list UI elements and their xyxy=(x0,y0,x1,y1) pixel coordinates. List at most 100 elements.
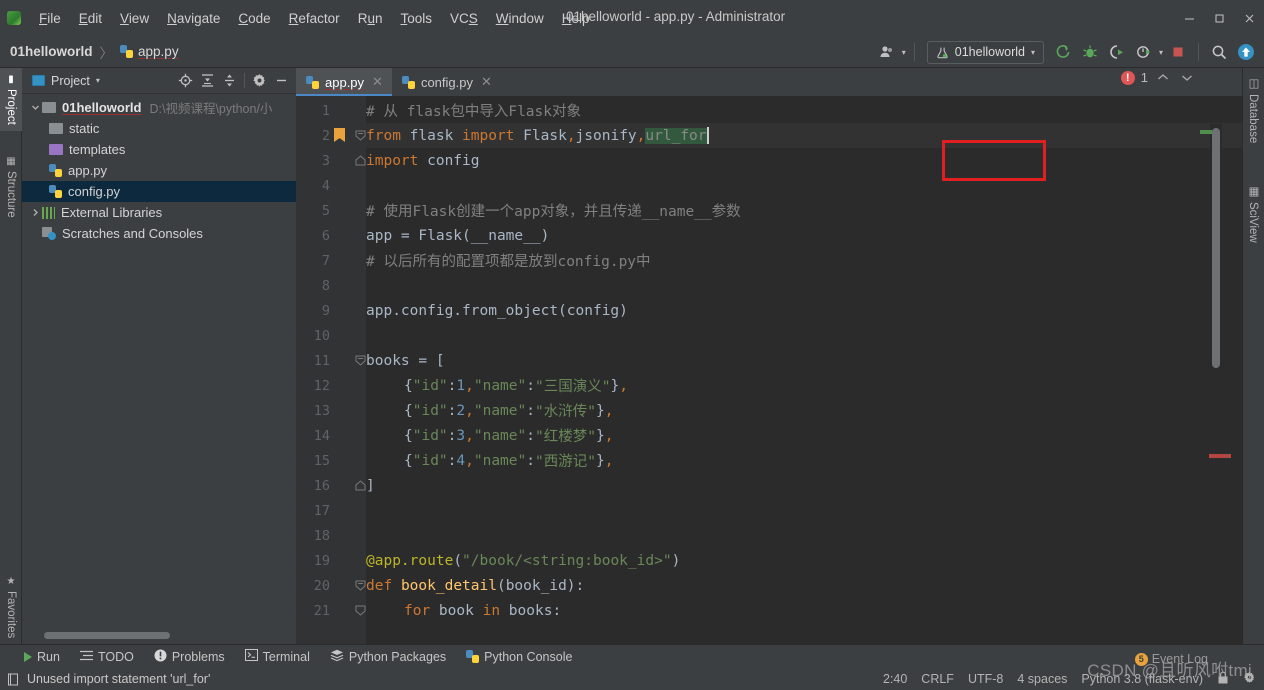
chevron-right-icon[interactable] xyxy=(28,208,42,217)
profile-icon[interactable] xyxy=(1132,40,1156,64)
code-line[interactable]: ] xyxy=(366,473,375,498)
tree-item-app-py[interactable]: app.py xyxy=(22,160,296,181)
update-icon[interactable] xyxy=(1234,40,1258,64)
previous-error-icon[interactable] xyxy=(1154,70,1172,85)
hide-panel-icon[interactable] xyxy=(271,70,292,91)
menu-item-code[interactable]: Code xyxy=(229,8,279,29)
tree-item-external-libraries[interactable]: External Libraries xyxy=(22,202,296,223)
code-line[interactable]: @app.route("/book/<string:book_id>") xyxy=(366,548,680,573)
tool-button-terminal[interactable]: Terminal xyxy=(244,649,310,664)
tool-button-problems[interactable]: Problems xyxy=(154,649,225,665)
code-token: "name" xyxy=(473,452,527,469)
menu-item-view[interactable]: View xyxy=(111,8,158,29)
code-fold-icon[interactable] xyxy=(355,480,366,491)
settings-gear-icon[interactable] xyxy=(249,70,270,91)
code-line[interactable]: # 使用Flask创建一个app对象，并且传递__name__参数 xyxy=(366,198,741,223)
close-button[interactable] xyxy=(1234,3,1264,33)
editor-vertical-scrollbar[interactable] xyxy=(1212,128,1220,368)
minimize-button[interactable] xyxy=(1174,3,1204,33)
code-line[interactable]: books = [ xyxy=(366,348,445,373)
tree-item-templates[interactable]: templates xyxy=(22,139,296,160)
sidebar-tab-sciview[interactable]: ▦ SciView xyxy=(1242,178,1264,249)
chevron-down-icon[interactable] xyxy=(28,103,42,112)
debug-icon[interactable] xyxy=(1078,40,1102,64)
code-line[interactable]: {"id":2, "name": "水浒传"}, xyxy=(366,398,613,423)
close-icon[interactable]: ✕ xyxy=(372,74,383,90)
menu-item-navigate[interactable]: Navigate xyxy=(158,8,229,29)
code-fold-icon[interactable] xyxy=(355,355,366,366)
code-line[interactable]: {"id":3, "name": "红楼梦"}, xyxy=(366,423,613,448)
code-line[interactable]: # 以后所有的配置项都是放到config.py中 xyxy=(366,248,651,273)
menu-item-file[interactable]: File xyxy=(30,8,70,29)
file-encoding[interactable]: UTF-8 xyxy=(968,672,1003,686)
menu-item-tools[interactable]: Tools xyxy=(391,8,441,29)
sidebar-tab-project[interactable]: ▮ Project xyxy=(0,68,22,131)
text-caret xyxy=(706,127,709,144)
project-horizontal-scrollbar[interactable] xyxy=(44,632,170,639)
tool-button-python-console[interactable]: Python Console xyxy=(466,650,572,664)
search-icon[interactable] xyxy=(1207,40,1231,64)
code-fold-icon[interactable] xyxy=(355,130,366,141)
tool-button-python-packages[interactable]: Python Packages xyxy=(330,649,446,664)
collapse-all-icon[interactable] xyxy=(219,70,240,91)
project-panel-title[interactable]: Project ▾ xyxy=(32,74,100,88)
caret-position[interactable]: 2:40 xyxy=(883,672,907,686)
tree-item-scratches[interactable]: Scratches and Consoles xyxy=(22,223,296,244)
breadcrumb-file[interactable]: app.py xyxy=(120,44,179,59)
tree-item-static[interactable]: static xyxy=(22,118,296,139)
code-line[interactable]: app.config.from_object(config) xyxy=(366,298,628,323)
breadcrumb-project[interactable]: 01helloworld xyxy=(10,44,93,59)
next-error-icon[interactable] xyxy=(1178,70,1196,85)
tab-app-py[interactable]: app.py ✕ xyxy=(296,68,392,96)
code-token: 3 xyxy=(456,427,466,444)
tool-button-run[interactable]: Run xyxy=(24,650,60,664)
main-toolbar: ▾ 01helloworld ▾ ▾ xyxy=(875,36,1258,68)
folder-icon xyxy=(49,144,63,155)
user-icon[interactable] xyxy=(875,40,899,64)
python-file-icon xyxy=(401,75,415,89)
code-fold-icon[interactable] xyxy=(355,580,366,591)
editor-gutter[interactable]: 1 2 3 4 5 6 7 8 9 10 11 12 13 14 15 16 17 18 19 20 21 xyxy=(296,96,366,648)
code-line[interactable]: app = Flask(__name__) xyxy=(366,223,549,248)
bookmark-icon[interactable] xyxy=(334,128,345,142)
line-separator[interactable]: CRLF xyxy=(921,672,954,686)
indent-setting[interactable]: 4 spaces xyxy=(1017,672,1067,686)
tool-button-todo[interactable]: TODO xyxy=(79,650,134,664)
menu-item-window[interactable]: Window xyxy=(487,8,553,29)
code-line[interactable]: from flask import Flask, jsonify, url_for xyxy=(366,123,1242,148)
menu-item-edit[interactable]: Edit xyxy=(70,8,111,29)
tree-item-config-py[interactable]: config.py xyxy=(22,181,296,202)
code-fold-icon[interactable] xyxy=(355,605,366,616)
code-line[interactable]: for book in books: xyxy=(366,598,561,623)
code-editor[interactable]: 1 2 3 4 5 6 7 8 9 10 11 12 13 14 15 16 17 18 19 20 21 # 从 fl… xyxy=(296,96,1242,648)
code-line[interactable]: # 从 flask包中导入Flask对象 xyxy=(366,98,581,123)
maximize-button[interactable] xyxy=(1204,3,1234,33)
menu-item-refactor[interactable]: Refactor xyxy=(280,8,349,29)
code-line[interactable]: import config xyxy=(366,148,480,173)
tab-config-py[interactable]: config.py ✕ xyxy=(392,68,501,96)
tree-label: app.py xyxy=(68,163,108,178)
menu-item-vcs[interactable]: VCS xyxy=(441,8,487,29)
coverage-icon[interactable] xyxy=(1105,40,1129,64)
code-fold-icon[interactable] xyxy=(355,155,366,166)
code-token: , xyxy=(465,402,474,419)
profile-caret-icon[interactable]: ▾ xyxy=(1159,48,1163,57)
sidebar-tab-structure[interactable]: ▦ Structure xyxy=(0,150,22,224)
code-line[interactable]: def book_detail (book_id): xyxy=(366,573,584,598)
user-caret-icon[interactable]: ▾ xyxy=(902,48,906,57)
expand-all-icon[interactable] xyxy=(197,70,218,91)
run-icon[interactable] xyxy=(1051,40,1075,64)
code-line[interactable]: {"id":1, "name": "三国演义"}, xyxy=(366,373,628,398)
code-token: jsonify xyxy=(575,127,637,144)
sidebar-tab-database[interactable]: ◫ Database xyxy=(1242,70,1264,149)
stop-icon[interactable] xyxy=(1166,40,1190,64)
tree-label: Scratches and Consoles xyxy=(62,226,203,241)
line-number: 5 xyxy=(321,202,330,219)
close-icon[interactable]: ✕ xyxy=(481,74,492,90)
menu-item-run[interactable]: Run xyxy=(349,8,392,29)
run-configuration-selector[interactable]: 01helloworld ▾ xyxy=(926,40,1044,64)
tree-item-01helloworld[interactable]: 01helloworld D:\视频课程\python/小 xyxy=(22,97,296,118)
sidebar-tab-favorites[interactable]: ★ Favorites xyxy=(0,570,22,644)
code-line[interactable]: {"id":4, "name": "西游记"}, xyxy=(366,448,613,473)
locate-icon[interactable] xyxy=(175,70,196,91)
